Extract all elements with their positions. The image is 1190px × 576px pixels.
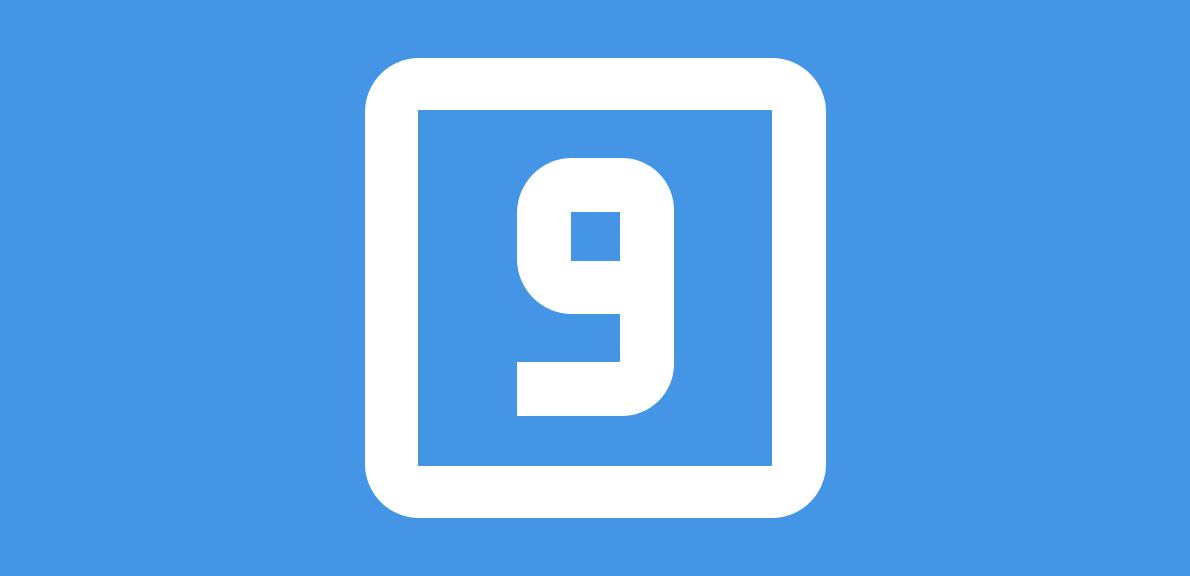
digit-nine-shape <box>517 158 674 416</box>
numeral-nine-square-icon <box>0 0 1190 576</box>
background-canvas <box>0 0 1190 576</box>
